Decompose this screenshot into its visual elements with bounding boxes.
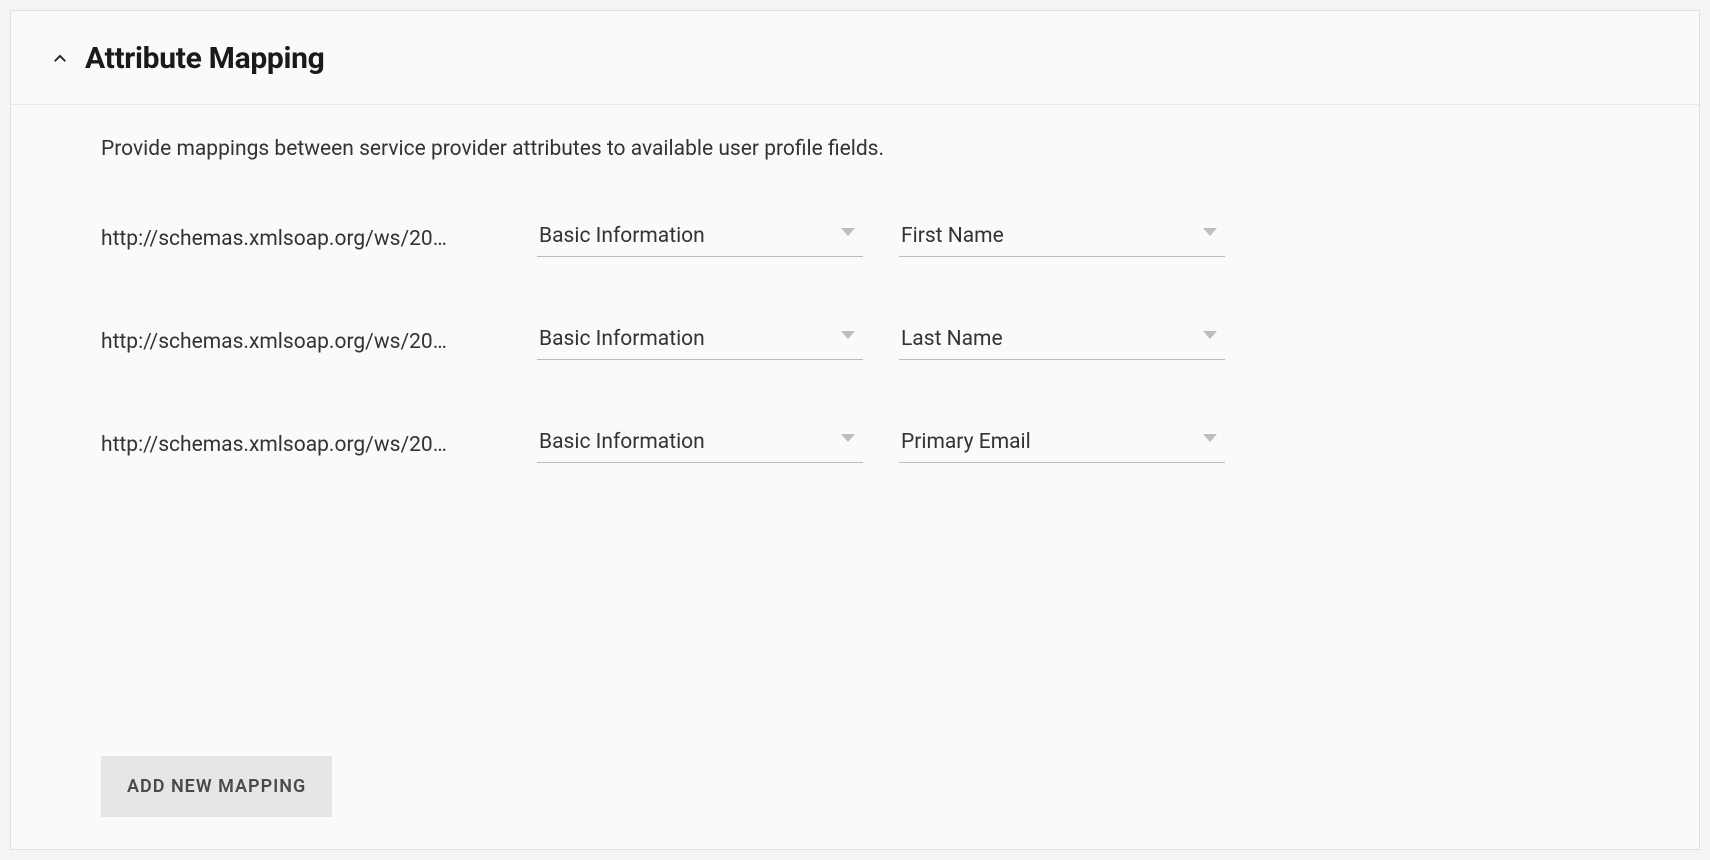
field-select[interactable]: First Name: [899, 224, 1225, 257]
caret-down-icon: [841, 228, 855, 236]
attribute-url: http://schemas.xmlsoap.org/ws/20…: [101, 433, 501, 463]
panel-title: Attribute Mapping: [85, 41, 325, 76]
field-select[interactable]: Last Name: [899, 327, 1225, 360]
category-select[interactable]: Basic Information: [537, 224, 863, 257]
select-value: Basic Information: [539, 224, 705, 248]
caret-down-icon: [841, 331, 855, 339]
mapping-row: http://schemas.xmlsoap.org/ws/20… Basic …: [101, 224, 1609, 257]
caret-down-icon: [1203, 228, 1217, 236]
attribute-url: http://schemas.xmlsoap.org/ws/20…: [101, 227, 501, 257]
field-select[interactable]: Primary Email: [899, 430, 1225, 463]
mapping-row: http://schemas.xmlsoap.org/ws/20… Basic …: [101, 327, 1609, 360]
caret-down-icon: [1203, 331, 1217, 339]
caret-down-icon: [841, 434, 855, 442]
select-value: Basic Information: [539, 430, 705, 454]
attribute-url: http://schemas.xmlsoap.org/ws/20…: [101, 330, 501, 360]
panel-body: Provide mappings between service provide…: [11, 105, 1699, 563]
chevron-up-icon: [49, 48, 71, 70]
panel-header[interactable]: Attribute Mapping: [11, 11, 1699, 105]
category-select[interactable]: Basic Information: [537, 327, 863, 360]
select-value: Last Name: [901, 327, 1003, 351]
select-value: Primary Email: [901, 430, 1031, 454]
select-value: Basic Information: [539, 327, 705, 351]
attribute-mapping-panel: Attribute Mapping Provide mappings betwe…: [10, 10, 1700, 850]
mapping-row: http://schemas.xmlsoap.org/ws/20… Basic …: [101, 430, 1609, 463]
select-value: First Name: [901, 224, 1004, 248]
category-select[interactable]: Basic Information: [537, 430, 863, 463]
add-new-mapping-button[interactable]: ADD NEW MAPPING: [101, 756, 332, 817]
panel-description: Provide mappings between service provide…: [101, 135, 1609, 164]
caret-down-icon: [1203, 434, 1217, 442]
